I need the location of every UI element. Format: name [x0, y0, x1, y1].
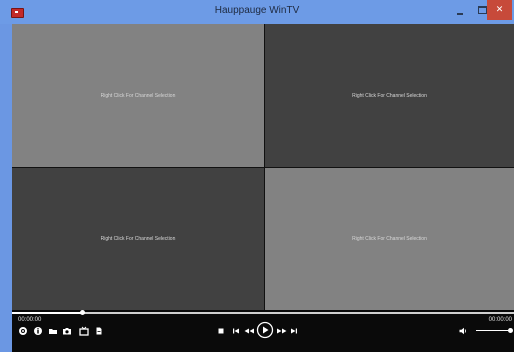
rewind-icon[interactable]: [242, 326, 256, 336]
document-icon[interactable]: [94, 326, 104, 336]
volume-icon[interactable]: [458, 326, 468, 336]
tv-icon[interactable]: [79, 326, 89, 336]
video-pane-1[interactable]: Right Click For Channel Selection: [12, 24, 264, 167]
close-button[interactable]: ✕: [487, 0, 512, 20]
camera-icon[interactable]: [62, 326, 72, 336]
video-grid: Right Click For Channel Selection Right …: [12, 24, 514, 310]
volume-handle[interactable]: [508, 328, 514, 333]
fast-forward-icon[interactable]: [275, 326, 289, 336]
pane-label: Right Click For Channel Selection: [352, 92, 427, 99]
skip-back-icon[interactable]: [231, 326, 241, 336]
title-bar[interactable]: Hauppauge WinTV ✕: [0, 0, 514, 24]
video-pane-2[interactable]: Right Click For Channel Selection: [265, 24, 514, 167]
seek-handle[interactable]: [80, 310, 86, 315]
pane-label: Right Click For Channel Selection: [100, 92, 176, 99]
video-pane-4[interactable]: Right Click For Channel Selection: [265, 168, 514, 310]
pane-label: Right Click For Channel Selection: [100, 236, 176, 242]
stop-icon[interactable]: [216, 326, 226, 336]
total-time: 00:00:00: [488, 317, 512, 323]
folder-icon[interactable]: [48, 326, 58, 336]
info-icon[interactable]: [33, 326, 43, 336]
video-pane-3[interactable]: Right Click For Channel Selection: [12, 168, 264, 310]
volume-slider[interactable]: [476, 328, 514, 333]
wintv-window: Hauppauge WinTV ✕ Right Click For Channe…: [0, 0, 514, 352]
window-title: Hauppauge WinTV: [214, 5, 300, 16]
control-bar: 00:00:00 00:00:00: [12, 310, 514, 352]
seek-bar[interactable]: [12, 310, 514, 315]
play-icon[interactable]: [256, 321, 274, 339]
skip-forward-icon[interactable]: [289, 326, 299, 336]
settings-icon[interactable]: [18, 326, 28, 336]
seek-progress: [12, 312, 83, 314]
minimize-button[interactable]: [450, 0, 470, 20]
pane-label: Right Click For Channel Selection: [352, 236, 427, 242]
elapsed-time: 00:00:00: [18, 317, 42, 323]
